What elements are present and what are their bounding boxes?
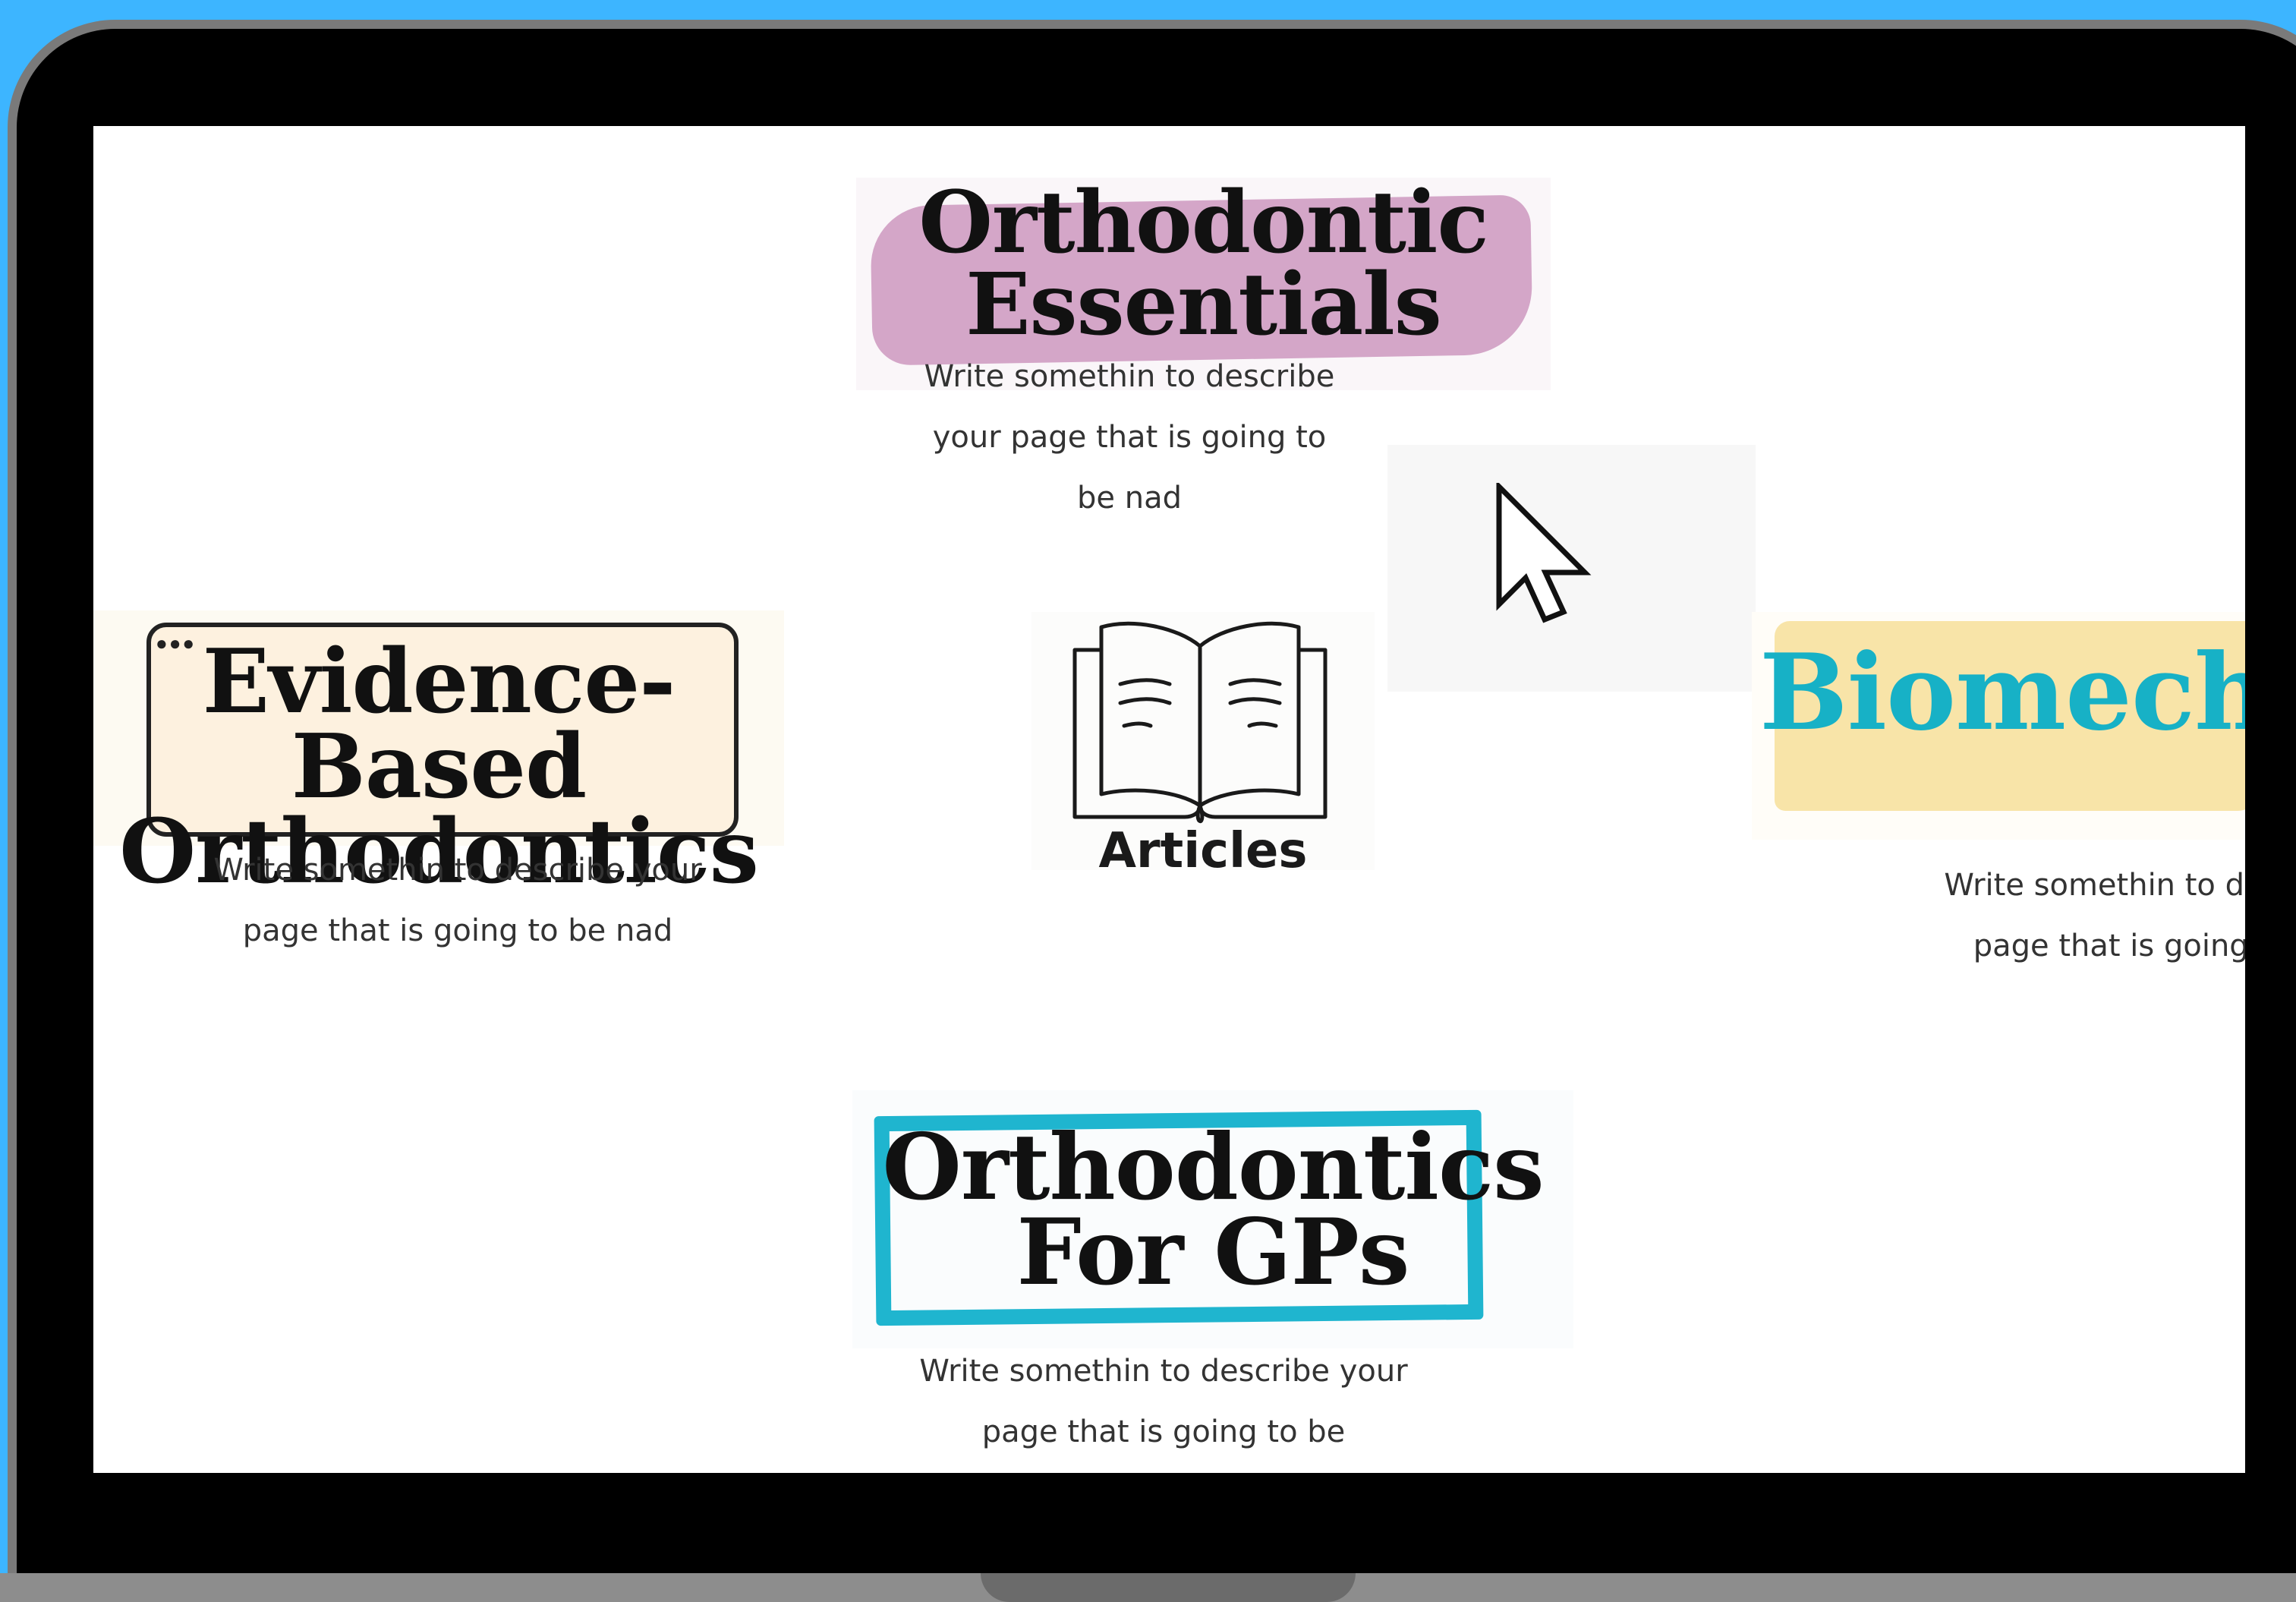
evidence-based-orthodontics-card[interactable]: ●●● Evidence- Based Orthodontics (93, 610, 784, 896)
articles-label[interactable]: Articles (1031, 823, 1375, 879)
evidence-based-orthodontics-description: Write somethin to describe your page tha… (213, 853, 702, 948)
orthodontics-for-gps-card[interactable]: Orthodontics For GPs (852, 1090, 1573, 1348)
pointer-cursor-icon (1496, 483, 1592, 623)
biomechanics-description: Write somethin to describe your page tha… (1944, 868, 2245, 963)
cursor-overlay (1387, 445, 1756, 692)
biomechanics-title[interactable]: Biomecha (1759, 639, 2245, 746)
orthodontics-for-gps-title[interactable]: Orthodontics For GPs (852, 1122, 1573, 1298)
articles-card[interactable]: Articles (1031, 612, 1375, 879)
orthodontics-for-gps-description: Write somethin to describe your page tha… (919, 1354, 1408, 1449)
open-book-icon (1072, 621, 1328, 824)
orthodontic-essentials-description: Write somethin to describe your page tha… (924, 359, 1335, 516)
laptop-screen: Orthodontic Essentials Write somethin to… (93, 126, 2245, 1473)
laptop-notch (981, 1573, 1356, 1602)
biomechanics-card[interactable]: Biomecha (1752, 612, 2245, 840)
orthodontic-essentials-title[interactable]: Orthodontic Essentials (856, 181, 1551, 348)
